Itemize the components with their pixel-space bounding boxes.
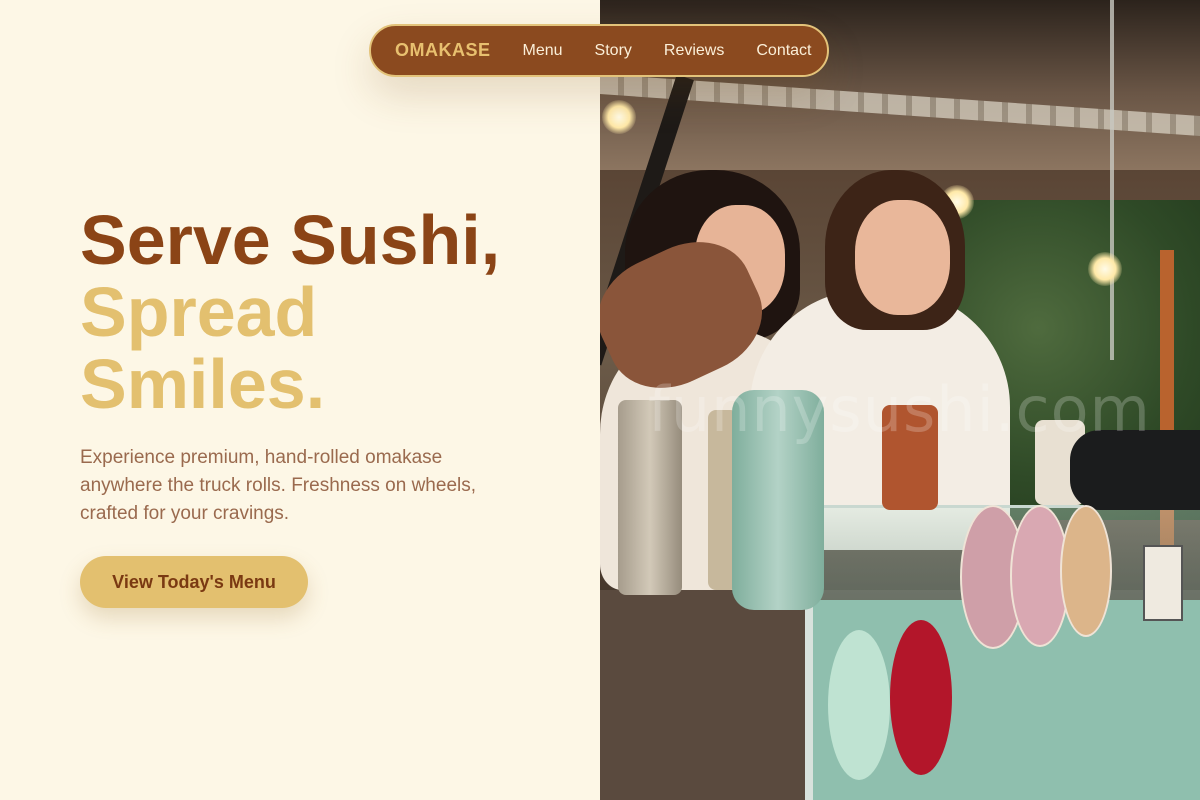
photo-lamp (1088, 252, 1122, 286)
hero-title: Serve Sushi, Spread Smiles. (80, 204, 500, 420)
photo-menu-sign (890, 620, 952, 775)
nav-link-reviews[interactable]: Reviews (664, 42, 724, 60)
nav-link-menu[interactable]: Menu (523, 42, 563, 60)
view-menu-button[interactable]: View Today's Menu (80, 556, 308, 608)
photo-menu-plate (1060, 505, 1112, 637)
photo-small-sign (1143, 545, 1183, 621)
hero-subtitle: Experience premium, hand-rolled omakase … (80, 447, 477, 524)
nav-link-story[interactable]: Story (595, 42, 632, 60)
photo-watermark: funnysushi.com (648, 373, 1151, 446)
hero-title-line-1: Serve Sushi, (80, 201, 501, 279)
top-navbar: OMAKASE Menu Story Reviews Contact (369, 24, 829, 77)
nav-link-contact[interactable]: Contact (756, 42, 811, 60)
hero-photo-sushi-truck: funnysushi.com (600, 0, 1200, 800)
photo-chef-right-face (855, 200, 950, 315)
hero-title-line-2: Spread (80, 273, 318, 351)
hero-title-line-3: Smiles. (80, 345, 326, 423)
photo-menu-sign (828, 630, 890, 780)
photo-hanging-cable (1110, 0, 1114, 360)
brand-logo[interactable]: OMAKASE (395, 40, 491, 61)
photo-lamp (602, 100, 636, 134)
